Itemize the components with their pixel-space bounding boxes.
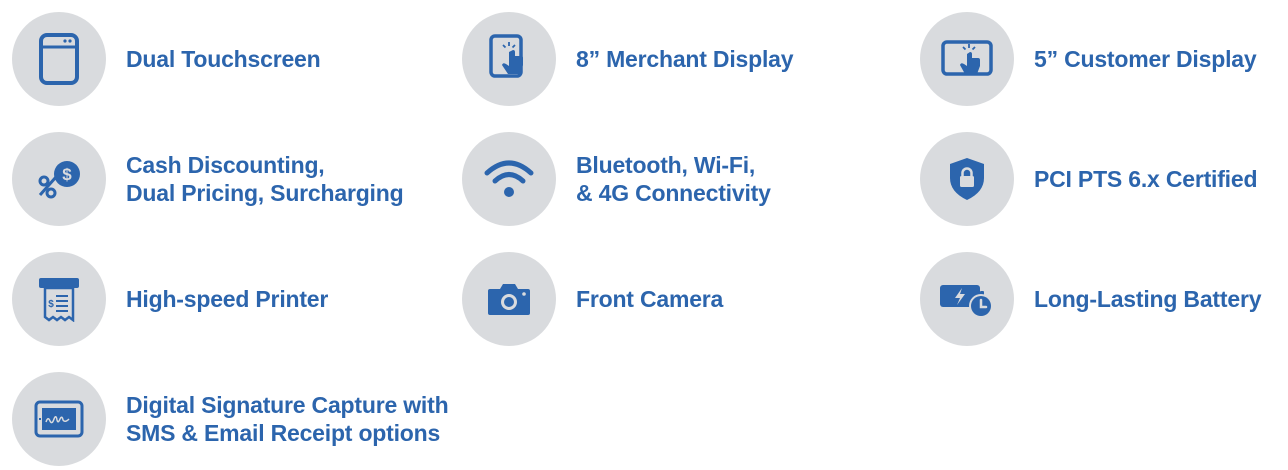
feature-label-line: Digital Signature Capture with xyxy=(126,392,449,418)
camera-icon xyxy=(488,284,530,315)
feature-label-line: Long-Lasting Battery xyxy=(1034,286,1262,312)
feature-customer-display: 5” Customer Display xyxy=(920,12,1257,106)
feature-label-line: 5” Customer Display xyxy=(1034,46,1257,72)
icon-circle xyxy=(462,132,556,226)
icon-circle: $ xyxy=(12,252,106,346)
feature-label: Bluetooth, Wi-Fi, & 4G Connectivity xyxy=(576,151,771,207)
percent-dollar-icon: $ xyxy=(38,161,80,199)
wifi-icon xyxy=(484,160,534,197)
feature-label-line: Cash Discounting, xyxy=(126,152,325,178)
feature-label-line: High-speed Printer xyxy=(126,286,329,312)
shield-lock-icon xyxy=(950,158,984,200)
icon-circle xyxy=(920,252,1014,346)
feature-label-line: PCI PTS 6.x Certified xyxy=(1034,166,1258,192)
feature-label: PCI PTS 6.x Certified xyxy=(1034,165,1258,193)
feature-dual-touchscreen: Dual Touchscreen xyxy=(12,12,321,106)
feature-label-line: & 4G Connectivity xyxy=(576,180,771,206)
feature-pci-certified: PCI PTS 6.x Certified xyxy=(920,132,1258,226)
icon-circle xyxy=(462,252,556,346)
feature-label-line: SMS & Email Receipt options xyxy=(126,420,441,446)
feature-label-line: Dual Pricing, Surcharging xyxy=(126,180,404,206)
icon-circle xyxy=(462,12,556,106)
feature-signature-capture: Digital Signature Capture with SMS & Ema… xyxy=(12,372,449,466)
svg-text:$: $ xyxy=(48,299,54,310)
feature-label-line: Front Camera xyxy=(576,286,724,312)
icon-circle xyxy=(920,132,1014,226)
feature-battery: Long-Lasting Battery xyxy=(920,252,1261,346)
signature-tablet-icon xyxy=(34,400,84,438)
feature-label: Front Camera xyxy=(576,285,723,313)
feature-label: Long-Lasting Battery xyxy=(1034,285,1261,313)
feature-cash-discounting: $ Cash Discounting, Dual Pricing, Surcha… xyxy=(12,132,404,226)
feature-label: Dual Touchscreen xyxy=(126,45,321,73)
battery-clock-icon xyxy=(940,285,993,318)
icon-circle xyxy=(12,372,106,466)
printer-receipt-icon: $ xyxy=(39,278,79,322)
feature-label-line: Bluetooth, Wi-Fi, xyxy=(576,152,756,178)
feature-label-line: 8” Merchant Display xyxy=(576,46,794,72)
dual-touchscreen-icon xyxy=(39,33,79,85)
feature-label-line: Dual Touchscreen xyxy=(126,46,321,72)
customer-display-touch-icon xyxy=(941,40,993,76)
feature-label: 8” Merchant Display xyxy=(576,45,794,73)
feature-label: 5” Customer Display xyxy=(1034,45,1257,73)
merchant-display-touch-icon xyxy=(489,34,523,78)
feature-camera: Front Camera xyxy=(462,252,723,346)
feature-merchant-display: 8” Merchant Display xyxy=(462,12,794,106)
feature-label: Cash Discounting, Dual Pricing, Surcharg… xyxy=(126,151,404,207)
icon-circle xyxy=(12,12,106,106)
feature-label: High-speed Printer xyxy=(126,285,328,313)
svg-text:$: $ xyxy=(62,165,72,184)
icon-circle: $ xyxy=(12,132,106,226)
feature-connectivity: Bluetooth, Wi-Fi, & 4G Connectivity xyxy=(462,132,771,226)
feature-label: Digital Signature Capture with SMS & Ema… xyxy=(126,391,449,447)
feature-printer: $ High-speed Printer xyxy=(12,252,328,346)
icon-circle xyxy=(920,12,1014,106)
